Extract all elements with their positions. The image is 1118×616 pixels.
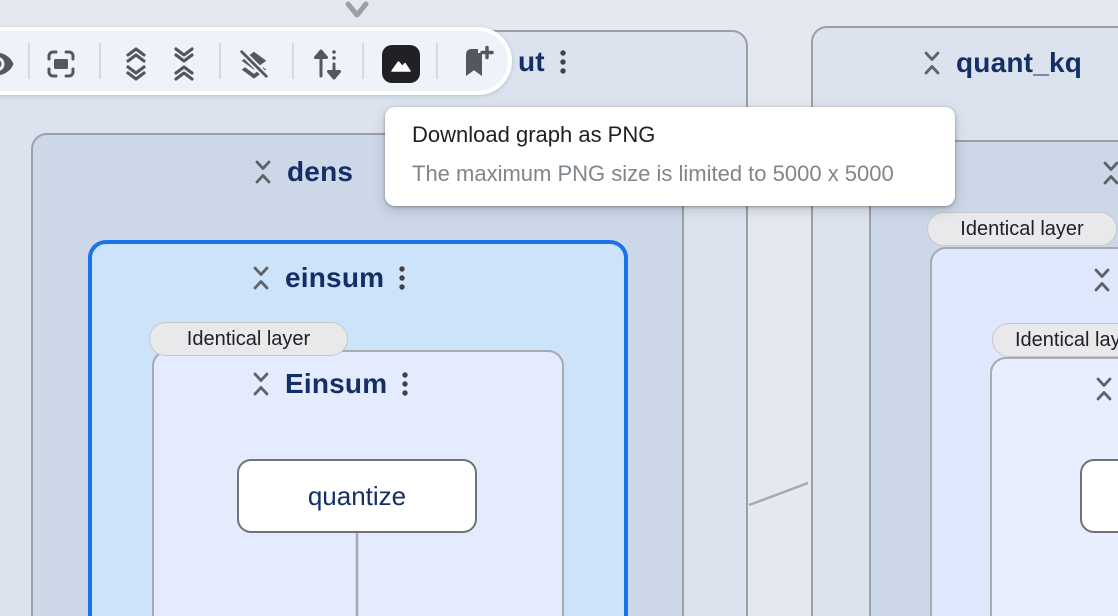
expand-all-layers-icon[interactable]: [120, 46, 152, 82]
group-header-einsum: einsum: [250, 262, 407, 294]
collapse-layer-icon[interactable]: [1093, 374, 1115, 404]
tooltip-title: Download graph as PNG: [412, 122, 955, 148]
group-header-right-a: [1100, 158, 1118, 188]
group-header-einsum-inner: Einsum: [250, 368, 410, 400]
op-node-right-cut[interactable]: [1080, 459, 1118, 533]
op-node-label: quantize: [308, 481, 406, 512]
group-header-dens: dens: [252, 156, 353, 188]
group-title-quant-kq: quant_kq: [956, 47, 1082, 79]
collapse-layer-icon[interactable]: [250, 369, 272, 399]
toolbar-divider: [362, 43, 364, 79]
adjust-layer-height-icon[interactable]: [311, 46, 343, 82]
toolbar-divider: [28, 43, 30, 79]
tooltip-subtitle: The maximum PNG size is limited to 5000 …: [412, 161, 955, 187]
overflow-menu-icon[interactable]: [558, 47, 568, 77]
group-header-quant-kq: quant_kq: [921, 47, 1082, 79]
toolbar-divider: [99, 43, 101, 79]
collapse-layer-icon[interactable]: [921, 48, 943, 78]
add-bookmark-icon[interactable]: [458, 45, 494, 81]
incoming-edge-arrow-icon: [348, 4, 366, 15]
identical-layer-badge: Identical layer: [149, 322, 348, 356]
group-header-left-outer: ut: [518, 46, 568, 78]
edge-cross-group: [749, 483, 808, 505]
visibility-eye-icon[interactable]: [0, 46, 16, 82]
image-mountain-icon: [388, 51, 414, 77]
group-header-right-b: [1091, 265, 1113, 295]
group-title-left-outer: ut: [518, 46, 545, 78]
download-png-tooltip: Download graph as PNG The maximum PNG si…: [385, 107, 955, 206]
toolbar-divider: [436, 43, 438, 79]
model-graph-canvas: ut dens einsum Identical layer Einsum: [0, 0, 1118, 616]
toolbar-divider: [292, 43, 294, 79]
hide-layers-icon[interactable]: [237, 46, 271, 82]
overflow-menu-icon[interactable]: [400, 369, 410, 399]
group-header-right-c: [1093, 374, 1115, 404]
identical-layer-badge: Identical layer: [992, 323, 1118, 357]
collapse-all-layers-icon[interactable]: [168, 46, 200, 82]
collapse-layer-icon[interactable]: [252, 157, 274, 187]
collapse-layer-icon[interactable]: [250, 263, 272, 293]
fit-graph-to-screen-icon[interactable]: [43, 46, 79, 82]
collapse-layer-icon[interactable]: [1091, 265, 1113, 295]
identical-layer-badge: Identical layer: [927, 212, 1117, 246]
download-png-button[interactable]: [382, 45, 420, 83]
collapse-layer-icon[interactable]: [1100, 158, 1118, 188]
group-title-dens: dens: [287, 156, 353, 188]
group-title-einsum: einsum: [285, 262, 384, 294]
toolbar-divider: [219, 43, 221, 79]
op-node-quantize[interactable]: quantize: [237, 459, 477, 533]
group-title-einsum-inner: Einsum: [285, 368, 387, 400]
overflow-menu-icon[interactable]: [397, 263, 407, 293]
